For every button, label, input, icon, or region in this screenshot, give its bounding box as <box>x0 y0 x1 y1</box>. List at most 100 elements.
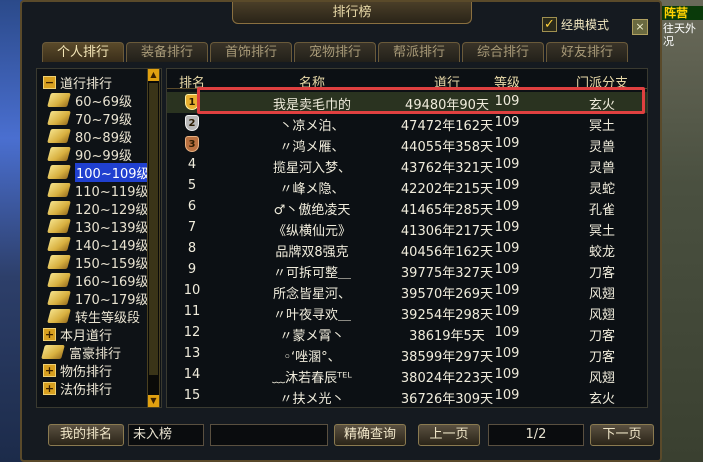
close-button[interactable]: × <box>632 19 648 35</box>
category-tree: − 道行排行 60~69级 70~79级 80~89级 90~99级 100~109级 110… <box>36 68 162 408</box>
cell-level: 109 <box>494 178 520 193</box>
bottom-bar: 我的排名 未入榜 精确查询 上一页 1/2 下一页 <box>48 424 658 446</box>
scroll-icon <box>47 273 71 287</box>
cell-rank: 6 <box>187 199 197 214</box>
tree-item[interactable]: + 法伤排行 <box>43 379 112 398</box>
my-rank-button[interactable]: 我的排名 <box>48 424 124 446</box>
tree-item[interactable]: 70~79级 <box>47 109 132 128</box>
tab-0[interactable]: 个人排行 <box>42 42 124 62</box>
ranking-window: 排行榜 ✓ 经典模式 × 个人排行 装备排行 首饰排行 宠物排行 帮派排行 综合排行 好友排… <box>20 0 662 462</box>
tab-6[interactable]: 好友排行 <box>546 42 628 62</box>
tree-item[interactable]: 140~149级 <box>47 235 149 254</box>
tab-2[interactable]: 首饰排行 <box>210 42 292 62</box>
scroll-icon <box>47 237 71 251</box>
ranking-table: 排名 名称 道行 等级 门派分支 1 我是卖毛巾的 49480年90天 109 玄火 2 丶凉メ泊、… <box>166 68 648 408</box>
highlight-frame <box>197 87 645 114</box>
cell-school: 刀客 <box>588 350 615 365</box>
cell-school: 孔雀 <box>588 203 615 218</box>
cell-level: 109 <box>494 346 520 361</box>
checkbox-icon[interactable]: ✓ <box>542 16 557 32</box>
table-row[interactable]: 8 品牌双8强克 40456年162天 109 蛟龙 <box>167 239 647 260</box>
tree-item[interactable]: 富豪排行 <box>41 343 121 362</box>
table-row[interactable]: 10 所念皆星河、 39570年269天 109 风翅 <box>167 281 647 302</box>
prev-page-button[interactable]: 上一页 <box>418 424 480 446</box>
classic-mode-toggle[interactable]: ✓ 经典模式 <box>542 15 609 33</box>
expand-icon[interactable]: + <box>43 363 56 377</box>
tree-item[interactable]: 170~179级 <box>47 289 149 308</box>
tree-item[interactable]: 150~159级 <box>47 253 149 272</box>
tab-3[interactable]: 宠物排行 <box>294 42 376 62</box>
cell-school: 风翅 <box>588 371 615 386</box>
cell-school: 刀客 <box>588 329 615 344</box>
tree-item[interactable]: 130~139级 <box>47 217 149 236</box>
table-row[interactable]: 9 〃可拆可整＿ 39775年327天 109 刀客 <box>167 260 647 281</box>
exact-search-button[interactable]: 精确查询 <box>334 424 406 446</box>
cell-level: 109 <box>494 262 520 277</box>
table-row[interactable]: 11 〃叶夜寻欢＿ 39254年298天 109 风翅 <box>167 302 647 323</box>
tab-1[interactable]: 装备排行 <box>126 42 208 62</box>
scroll-icon <box>47 309 71 323</box>
scroll-down-icon[interactable]: ▼ <box>148 395 159 407</box>
table-row[interactable]: 2 丶凉メ泊、 47472年162天 109 冥土 <box>167 113 647 134</box>
expand-icon[interactable]: + <box>43 381 56 395</box>
tree-item[interactable]: + 本月道行 <box>43 325 112 344</box>
silver-medal-icon: 2 <box>185 115 199 131</box>
tree-item[interactable]: 80~89级 <box>47 127 132 146</box>
tree-item[interactable]: 90~99级 <box>47 145 132 164</box>
scroll-thumb[interactable] <box>149 83 158 375</box>
tree-item-label: 110~119级 <box>75 184 149 200</box>
cell-school: 灵兽 <box>588 161 615 176</box>
tree-item[interactable]: 120~129级 <box>47 199 149 218</box>
table-row[interactable]: 4 揽星河入梦、 43762年321天 109 灵兽 <box>167 155 647 176</box>
scroll-icon <box>47 291 71 305</box>
cell-school: 冥土 <box>588 224 615 239</box>
cell-school: 风翅 <box>588 308 615 323</box>
table-row[interactable]: 15 〃扶メ光丶 36726年309天 109 玄火 <box>167 386 647 407</box>
cell-level: 109 <box>494 115 520 130</box>
table-row[interactable]: 13 ◦ʻ唑溷°、 38599年297天 109 刀客 <box>167 344 647 365</box>
tree-item-label: 140~149级 <box>75 238 149 254</box>
tree-item[interactable]: − 道行排行 <box>43 73 112 92</box>
tree-item[interactable]: 转生等级段 <box>47 307 140 326</box>
scroll-icon <box>47 147 71 161</box>
cell-name: ﹏沐若春辰ᵀᴱᴸ <box>272 371 352 386</box>
tab-4[interactable]: 帮派排行 <box>378 42 460 62</box>
cell-school: 风翅 <box>588 287 615 302</box>
expand-icon[interactable]: + <box>43 327 56 341</box>
scroll-icon <box>47 219 71 233</box>
rank-medal-icon: 3 <box>173 136 211 152</box>
scroll-icon <box>41 345 65 359</box>
tab-5[interactable]: 综合排行 <box>462 42 544 62</box>
search-input[interactable] <box>210 424 328 446</box>
background-right <box>658 0 703 462</box>
cell-school: 冥土 <box>588 119 615 134</box>
table-row[interactable]: 6 ♂丶傲绝凌天 41465年285天 109 孔雀 <box>167 197 647 218</box>
scroll-icon <box>47 93 71 107</box>
camp-badge: 阵营 <box>661 6 703 20</box>
scroll-up-icon[interactable]: ▲ <box>148 69 159 81</box>
cell-name: 〃鸿メ雁、 <box>279 140 345 155</box>
cell-name: ◦ʻ唑溷°、 <box>283 350 341 365</box>
table-row[interactable]: 12 〃蒙メ霄丶 38619年5天 109 刀客 <box>167 323 647 344</box>
tree-item[interactable]: 60~69级 <box>47 91 132 110</box>
tree-item[interactable]: 110~119级 <box>47 181 149 200</box>
cell-rank: 8 <box>187 241 197 256</box>
window-title: 排行榜 <box>232 2 472 24</box>
tab-bar: 个人排行 装备排行 首饰排行 宠物排行 帮派排行 综合排行 好友排行 <box>42 42 630 62</box>
cell-rank: 4 <box>187 157 197 172</box>
tree-scrollbar[interactable]: ▲ ▼ <box>147 68 160 408</box>
table-row[interactable]: 5 〃峰メ隐、 42202年215天 109 灵蛇 <box>167 176 647 197</box>
cell-level: 109 <box>494 199 520 214</box>
tree-item-label: 130~139级 <box>75 220 149 236</box>
tree-item-label: 70~79级 <box>75 112 132 128</box>
rank-medal-icon: 2 <box>173 115 211 131</box>
cell-level: 109 <box>494 283 520 298</box>
table-row[interactable]: 14 ﹏沐若春辰ᵀᴱᴸ 38024年223天 109 风翅 <box>167 365 647 386</box>
tree-item[interactable]: 100~109级 <box>47 162 151 182</box>
tree-item[interactable]: 160~169级 <box>47 271 149 290</box>
collapse-icon[interactable]: − <box>43 75 56 89</box>
next-page-button[interactable]: 下一页 <box>590 424 654 446</box>
tree-item[interactable]: + 物伤排行 <box>43 361 112 380</box>
table-row[interactable]: 7 《纵横仙元》 41306年217天 109 冥土 <box>167 218 647 239</box>
table-row[interactable]: 3 〃鸿メ雁、 44055年358天 109 灵兽 <box>167 134 647 155</box>
